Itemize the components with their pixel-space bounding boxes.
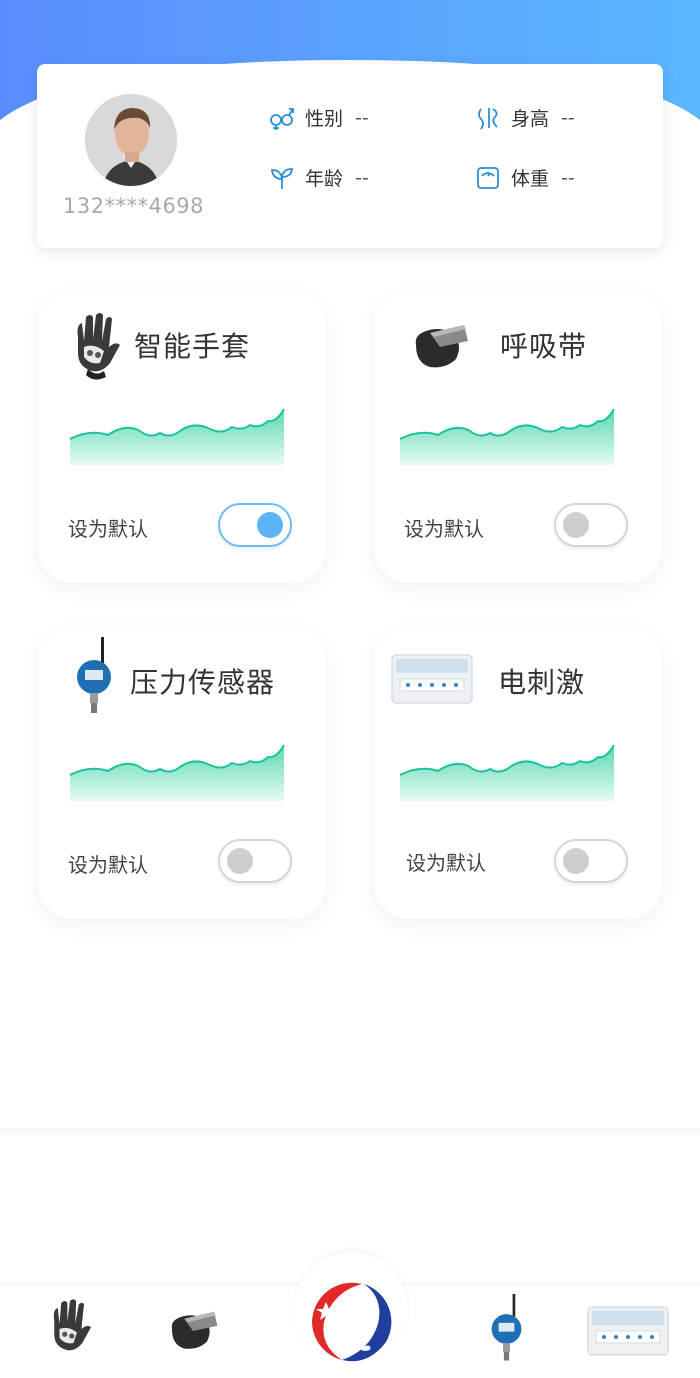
app-logo-icon[interactable] [302,1272,400,1370]
device-card-breathing-belt[interactable]: 呼吸带 设为默认 [374,291,662,583]
tab-breathing-belt-icon[interactable] [158,1296,228,1366]
age-label: 年龄 [305,168,344,190]
signal-wave-chart [400,744,615,801]
set-default-toggle[interactable] [554,503,628,547]
toggle-knob [563,848,589,874]
age-value: -- [355,166,369,189]
set-default-toggle[interactable] [218,839,292,883]
device-name: 智能手套 [134,330,251,363]
gender-info[interactable]: 性别 -- [269,104,369,131]
device-name: 呼吸带 [500,330,588,363]
signal-wave-chart [70,744,285,801]
profile-card: 132****4698 性别 -- 身高 -- 年龄 -- 体重 -- [37,64,663,248]
toggle-knob [257,512,283,538]
set-default-label: 设为默认 [406,851,486,875]
weight-info[interactable]: 体重 -- [475,164,575,191]
breathing-belt-icon [400,307,480,387]
set-default-toggle[interactable] [554,839,628,883]
height-info[interactable]: 身高 -- [475,104,575,131]
height-value: -- [561,106,575,129]
phone-number: 132****4698 [63,194,205,218]
glove-icon [64,307,144,387]
sprout-icon [269,165,295,191]
electro-stimulator-icon [390,651,476,707]
device-name: 压力传感器 [130,666,276,699]
set-default-toggle[interactable] [218,503,292,547]
height-label: 身高 [511,108,550,130]
scale-icon [475,165,501,191]
tab-glove-icon[interactable] [42,1294,112,1364]
signal-wave-chart [70,408,285,465]
gender-label: 性别 [305,108,344,130]
device-card-electro-stimulator[interactable]: 电刺激 设为默认 [374,627,662,919]
divider [0,1128,700,1138]
height-icon [475,105,501,131]
tab-pressure-sensor-icon[interactable] [480,1294,550,1364]
gender-icon [269,105,295,131]
toggle-knob [227,848,253,874]
tab-electro-stimulator-icon[interactable] [586,1298,672,1364]
avatar[interactable] [85,94,177,186]
device-card-smart-glove[interactable]: 智能手套 设为默认 [38,291,326,583]
gender-value: -- [355,106,369,129]
set-default-label: 设为默认 [404,517,484,541]
weight-value: -- [561,166,575,189]
device-name: 电刺激 [498,666,586,699]
set-default-label: 设为默认 [68,853,148,877]
weight-label: 体重 [511,168,550,190]
toggle-knob [563,512,589,538]
age-info[interactable]: 年龄 -- [269,164,369,191]
set-default-label: 设为默认 [68,517,148,541]
device-card-pressure-sensor[interactable]: 压力传感器 设为默认 [38,627,326,919]
signal-wave-chart [400,408,615,465]
